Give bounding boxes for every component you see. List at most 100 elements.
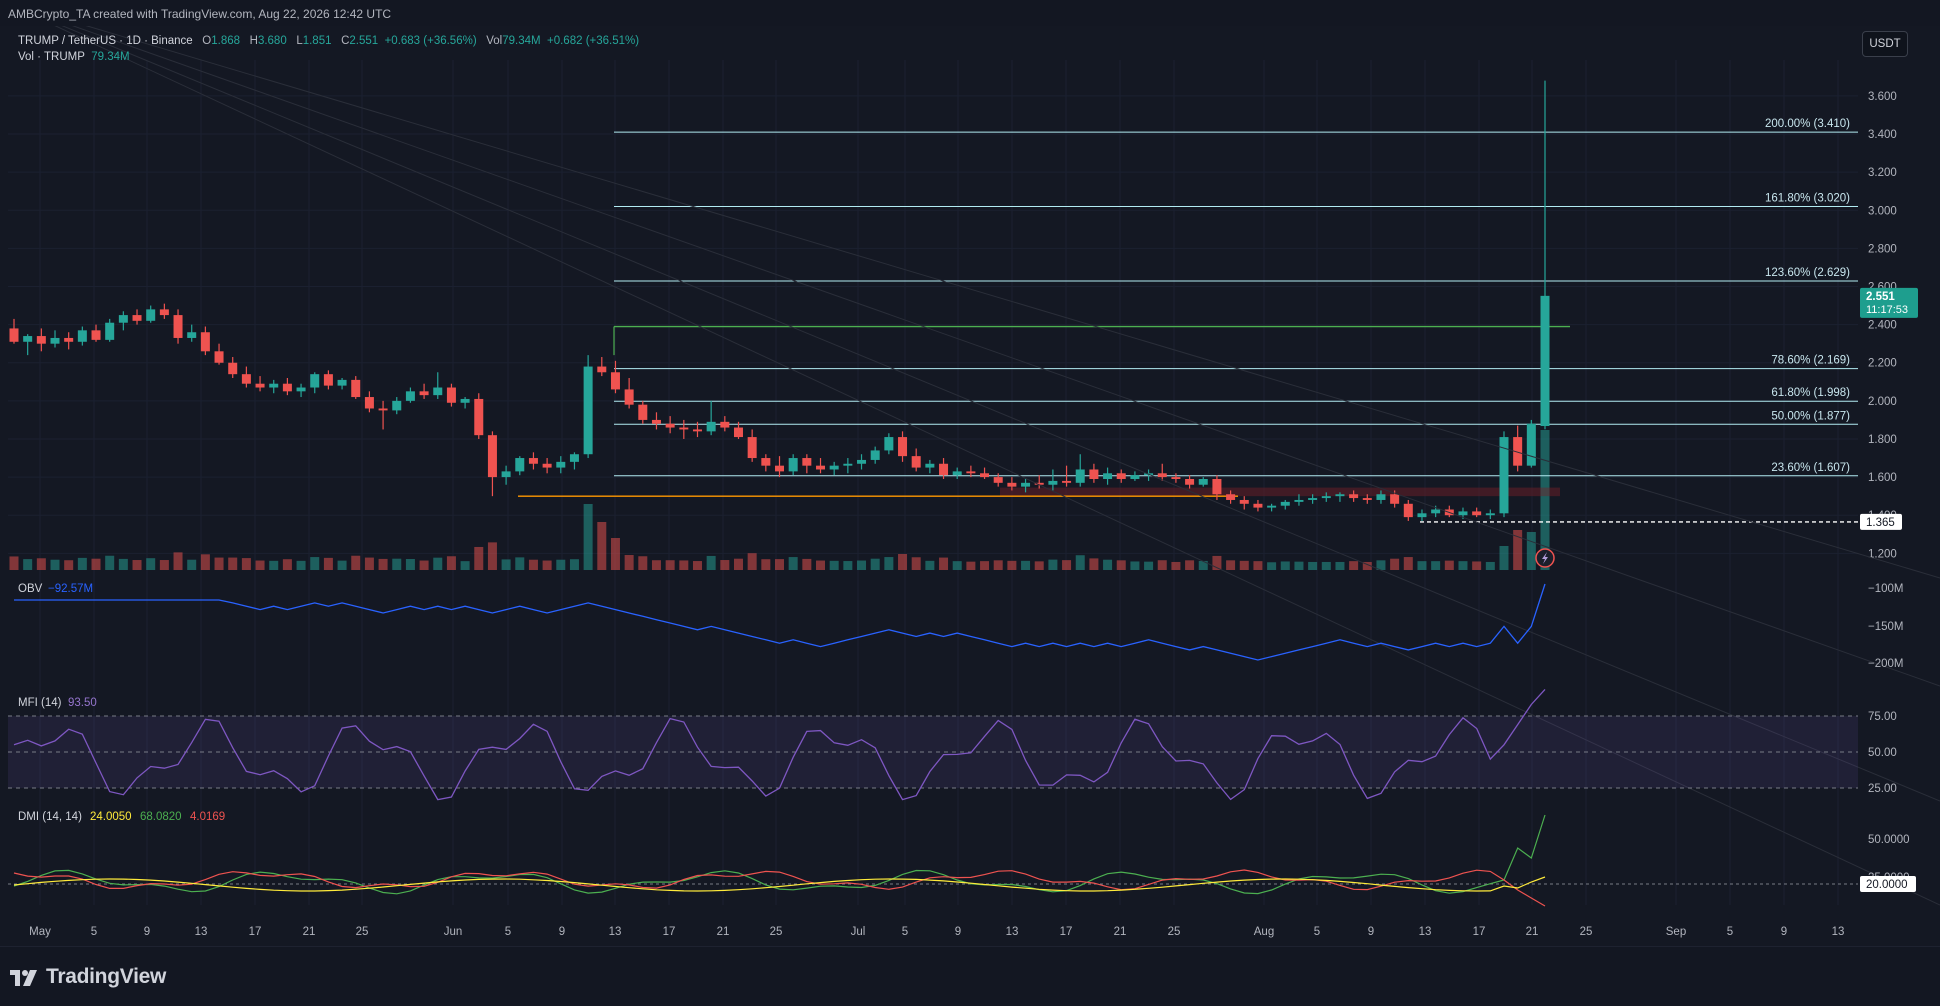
volume-bar <box>36 558 46 570</box>
candle <box>884 433 894 455</box>
candle-body <box>460 398 470 403</box>
candle <box>1403 499 1413 521</box>
volume-bar <box>1034 561 1044 570</box>
open-label: O <box>202 35 212 47</box>
candle <box>925 459 935 474</box>
fib-level-label: 23.60% (1.607) <box>1771 462 1850 474</box>
fib-level-label: 78.60% (2.169) <box>1771 355 1850 367</box>
volume-bar <box>1349 561 1359 570</box>
volume-bar <box>132 560 142 570</box>
current-price-value: 2.551 <box>1866 291 1895 303</box>
candle <box>679 419 689 439</box>
footer: TradingView <box>0 946 1940 1006</box>
candle-body <box>966 471 976 474</box>
time-axis-label: 13 <box>195 926 208 938</box>
volume-label: Vol · TRUMP <box>18 51 85 63</box>
time-axis-label: 5 <box>1727 926 1733 938</box>
candle <box>1239 496 1249 510</box>
candle-body <box>1335 494 1345 497</box>
time-axis-label: 5 <box>91 926 97 938</box>
volume-bar <box>296 560 306 570</box>
pane-divider <box>0 0 1940 579</box>
volume-bar <box>1157 560 1167 570</box>
volume-bar <box>282 559 292 570</box>
vol-label: Vol <box>486 35 503 47</box>
candle-body <box>64 337 74 342</box>
candle <box>843 458 853 474</box>
candle <box>829 461 839 476</box>
candle <box>146 305 156 323</box>
candle-body <box>323 374 333 386</box>
candle <box>802 454 812 474</box>
candle-body <box>1349 494 1359 499</box>
volume-bar <box>857 560 867 570</box>
volume-bar <box>993 560 1003 570</box>
volume-bar <box>1444 560 1454 570</box>
candle-body <box>337 379 347 386</box>
volume-bar <box>911 557 921 570</box>
candle-body <box>1376 494 1386 500</box>
volume-bar <box>624 555 634 570</box>
chart-area[interactable]: 3.600 3.400 3.200 3.000 2.800 2.600 2.400 2.200… <box>0 0 1940 946</box>
volume-bar <box>1130 561 1140 570</box>
volume-bar <box>1075 555 1085 570</box>
volume-bar <box>1048 559 1058 570</box>
candle-body <box>1308 498 1318 500</box>
currency-button[interactable]: USDT <box>1862 31 1908 57</box>
candle <box>91 324 101 342</box>
candle <box>173 309 183 344</box>
volume-bar <box>91 558 101 570</box>
candle <box>569 452 579 470</box>
obv-axis-label: −100M <box>1868 583 1903 595</box>
volume-bar <box>1308 561 1318 570</box>
price-axis-label: 3.000 <box>1868 205 1897 217</box>
volume-bar <box>487 542 497 570</box>
volume-bar <box>1253 561 1263 570</box>
volume-bar <box>310 557 320 570</box>
candle <box>23 334 33 356</box>
support-price-value: 1.365 <box>1866 517 1895 529</box>
volume-bar <box>583 504 593 570</box>
volume-bar <box>1021 560 1031 570</box>
candle <box>9 318 19 344</box>
candle-body <box>1185 479 1195 485</box>
price-chart[interactable]: 3.6003.4003.2003.0002.8002.6002.4002.200… <box>0 0 1940 946</box>
candle-body <box>1062 480 1072 483</box>
volume-bar <box>364 557 374 570</box>
candle-body <box>1226 494 1236 500</box>
watermark-bar: AMBCrypto_TA created with TradingView.co… <box>0 0 1940 27</box>
volume-bar <box>597 522 607 570</box>
candle <box>816 458 826 474</box>
price-axis-label: 1.200 <box>1868 548 1897 560</box>
candle <box>118 311 128 331</box>
volume-bar <box>9 556 19 570</box>
candle-body <box>1485 513 1495 516</box>
candle <box>1198 477 1208 487</box>
candle-body <box>802 458 812 466</box>
high-value: 3.680 <box>257 35 287 47</box>
candle-body <box>1171 477 1181 480</box>
volume-bar <box>200 554 210 570</box>
candle <box>77 326 87 346</box>
candle-body <box>679 427 689 430</box>
dmi-axis-label: 50.0000 <box>1868 834 1910 846</box>
volume-bar <box>159 560 169 570</box>
mfi-axis-label: 25.00 <box>1868 783 1897 795</box>
candle-body <box>77 330 87 342</box>
volume-bar <box>610 538 620 570</box>
candle <box>487 431 497 497</box>
candle <box>405 387 415 403</box>
candle-body <box>1267 505 1277 508</box>
obv-line <box>14 583 1546 661</box>
time-axis-label: May <box>29 926 51 938</box>
candle <box>720 416 730 432</box>
candle-body <box>1458 511 1468 516</box>
mfi-value: 93.50 <box>68 697 97 709</box>
time-axis-label: 13 <box>1006 926 1019 938</box>
candle-body <box>446 387 456 403</box>
mfi-axis-label: 75.00 <box>1868 711 1897 723</box>
volume-bar <box>419 560 429 570</box>
tradingview-logo[interactable]: TradingView <box>10 965 166 989</box>
candle <box>597 357 607 377</box>
volume-bar <box>255 560 265 570</box>
